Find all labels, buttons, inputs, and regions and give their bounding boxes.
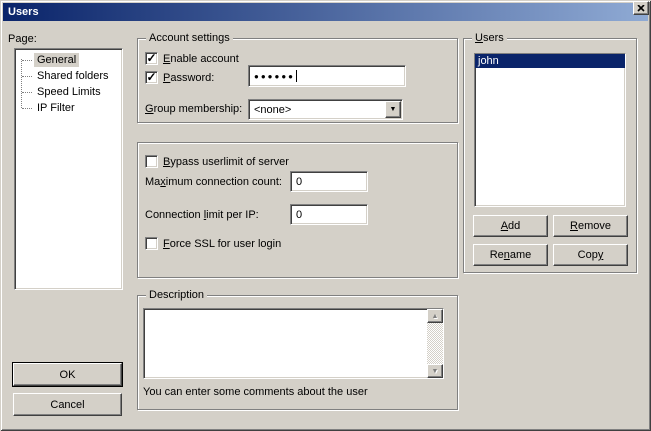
- rename-user-button[interactable]: Rename: [473, 244, 548, 266]
- connection-limit-per-ip-label: Connection limit per IP:: [145, 208, 259, 222]
- close-button[interactable]: [633, 1, 649, 15]
- user-list-item[interactable]: john: [475, 54, 625, 68]
- scroll-down-button[interactable]: ▼: [427, 364, 443, 378]
- check-icon: ✓: [146, 53, 156, 63]
- bypass-userlimit-checkbox[interactable]: [145, 155, 158, 168]
- close-icon: [637, 5, 645, 12]
- copy-user-button[interactable]: Copy: [553, 244, 628, 266]
- dropdown-button[interactable]: ▼: [385, 101, 401, 118]
- password-field[interactable]: ●●●●●●: [248, 65, 406, 87]
- password-label: Password:: [163, 71, 214, 85]
- bypass-userlimit-label: Bypass userlimit of server: [163, 155, 289, 169]
- chevron-down-icon: ▼: [390, 106, 397, 113]
- password-masked-value: ●●●●●●: [254, 72, 295, 81]
- users-list[interactable]: john: [474, 53, 626, 207]
- users-dialog: Users Page: General Shared folders Speed…: [0, 0, 651, 431]
- tree-item-speed-limits[interactable]: Speed Limits: [15, 84, 122, 100]
- text-caret: [296, 70, 297, 82]
- scroll-up-button[interactable]: ▲: [427, 309, 443, 323]
- force-ssl-label: Force SSL for user login: [163, 237, 281, 251]
- enable-account-checkbox[interactable]: ✓: [145, 52, 158, 65]
- check-icon: ✓: [146, 72, 156, 82]
- description-hint: You can enter some comments about the us…: [143, 385, 368, 399]
- max-connection-count-label: Maximum connection count:: [145, 175, 282, 189]
- enable-account-label: Enable account: [163, 52, 239, 66]
- cancel-button[interactable]: Cancel: [13, 393, 122, 416]
- tree-item-general[interactable]: General: [15, 52, 122, 68]
- group-membership-dropdown[interactable]: <none> ▼: [248, 99, 403, 120]
- tree-item-shared-folders[interactable]: Shared folders: [15, 68, 122, 84]
- max-connection-count-field[interactable]: 0: [290, 171, 368, 192]
- group-membership-label: Group membership:: [145, 102, 242, 116]
- tree-item-ip-filter[interactable]: IP Filter: [15, 100, 122, 116]
- title-bar[interactable]: Users: [3, 3, 648, 21]
- connection-limit-per-ip-field[interactable]: 0: [290, 204, 368, 225]
- description-title: Description: [146, 289, 207, 302]
- force-ssl-checkbox[interactable]: [145, 237, 158, 250]
- description-scrollbar[interactable]: ▲ ▼: [427, 309, 443, 378]
- arrow-up-icon: ▲: [432, 313, 439, 320]
- page-label: Page:: [8, 32, 37, 46]
- description-textarea[interactable]: ▲ ▼: [143, 308, 444, 379]
- page-tree[interactable]: General Shared folders Speed Limits IP F…: [14, 48, 123, 290]
- users-group-title: Users: [472, 32, 507, 45]
- ok-button[interactable]: OK: [13, 363, 122, 386]
- window-title: Users: [3, 6, 39, 18]
- account-settings-title: Account settings: [146, 32, 233, 45]
- password-checkbox[interactable]: ✓: [145, 71, 158, 84]
- arrow-down-icon: ▼: [432, 368, 439, 375]
- group-membership-value: <none>: [254, 104, 291, 116]
- remove-user-button[interactable]: Remove: [553, 215, 628, 237]
- add-user-button[interactable]: Add: [473, 215, 548, 237]
